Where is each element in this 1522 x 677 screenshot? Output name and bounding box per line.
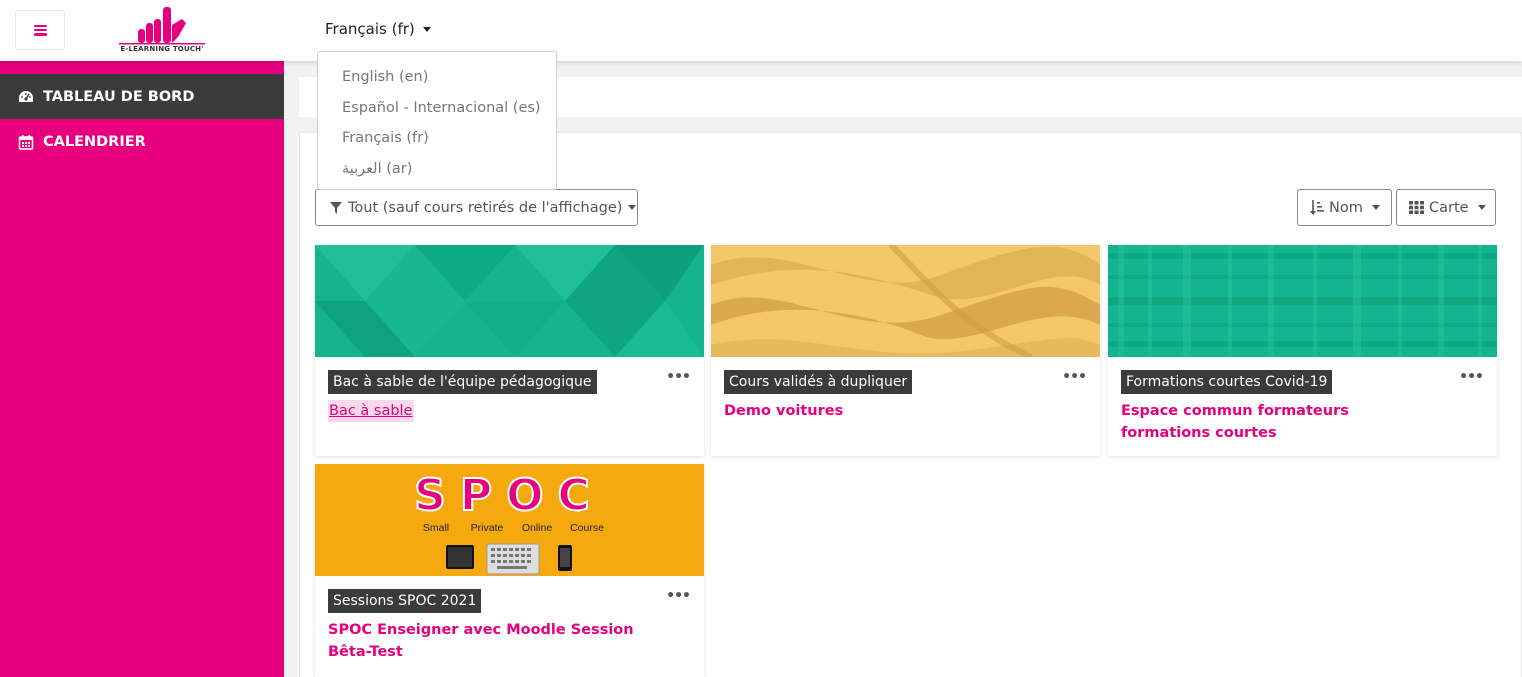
view-label: Carte <box>1429 199 1469 216</box>
course-category: Cours validés à dupliquer <box>724 370 913 394</box>
sidebar-item-label: CALENDRIER <box>43 133 146 150</box>
course-name-link[interactable]: Bac à sable <box>328 400 414 422</box>
course-image <box>711 245 1100 357</box>
sidebar-item-label: TABLEAU DE BORD <box>43 88 195 105</box>
sort-dropdown-button[interactable]: Nom <box>1297 189 1392 226</box>
course-image <box>1108 245 1497 357</box>
top-navbar: E-LEARNING TOUCH' Français (fr) <box>0 0 1522 61</box>
course-card[interactable]: SPOC Small Private Online Course Session… <box>315 464 704 677</box>
sort-icon <box>1310 199 1324 215</box>
sidebar-item-calendar[interactable]: CALENDRIER <box>0 119 284 164</box>
sort-label: Nom <box>1329 199 1363 216</box>
card-body: Bac à sable de l'équipe pédagogique ••• … <box>315 357 704 434</box>
more-options-icon[interactable]: ••• <box>666 369 691 385</box>
caret-down-icon <box>628 205 637 210</box>
filter-icon <box>330 201 342 214</box>
course-card[interactable]: Cours validés à dupliquer ••• Demo voitu… <box>711 245 1100 456</box>
calendar-icon <box>18 134 34 150</box>
language-selector[interactable]: Français (fr) <box>325 20 431 38</box>
spoc-word: Small <box>423 522 449 534</box>
spoc-word: Course <box>570 522 604 534</box>
course-name-link[interactable]: Espace commun formateurs formations cour… <box>1121 400 1441 444</box>
course-name-link[interactable]: Demo voitures <box>724 400 1087 422</box>
logo-text: E-LEARNING TOUCH' <box>120 45 204 53</box>
more-options-icon[interactable]: ••• <box>1459 369 1484 385</box>
course-name-link[interactable]: SPOC Enseigner avec Moodle Session Bêta-… <box>328 619 648 663</box>
card-body: Sessions SPOC 2021 ••• SPOC Enseigner av… <box>315 576 704 675</box>
language-option-es[interactable]: Español - Internacional (es) <box>318 93 556 124</box>
phone-icon <box>558 545 572 571</box>
caret-down-icon <box>1477 205 1486 210</box>
course-category: Formations courtes Covid-19 <box>1121 370 1333 394</box>
course-image <box>315 245 704 357</box>
language-current-label: Français (fr) <box>325 20 415 38</box>
grid-icon <box>1409 201 1424 214</box>
keyboard-icon <box>486 543 540 575</box>
language-option-fr[interactable]: Français (fr) <box>318 123 556 154</box>
more-options-icon[interactable]: ••• <box>666 588 691 604</box>
language-option-en[interactable]: English (en) <box>318 62 556 93</box>
course-image: SPOC Small Private Online Course <box>315 464 704 576</box>
more-options-icon[interactable]: ••• <box>1062 369 1087 385</box>
menu-toggle-button[interactable] <box>15 10 65 50</box>
language-dropdown-menu: English (en) Español - Internacional (es… <box>317 51 557 190</box>
filter-dropdown-button[interactable]: Tout (sauf cours retirés de l'affichage) <box>315 189 638 226</box>
filter-label: Tout (sauf cours retirés de l'affichage) <box>348 199 623 216</box>
spoc-word: Private <box>471 522 504 534</box>
site-logo[interactable]: E-LEARNING TOUCH' <box>116 5 208 57</box>
course-card[interactable]: Bac à sable de l'équipe pédagogique ••• … <box>315 245 704 456</box>
sidebar: TABLEAU DE BORD CALENDRIER <box>0 61 284 677</box>
hamburger-icon <box>33 24 47 36</box>
spoc-title: SPOC <box>414 470 604 521</box>
dashboard-icon <box>19 90 33 102</box>
card-body: Formations courtes Covid-19 ••• Espace c… <box>1108 357 1497 456</box>
caret-down-icon <box>1371 205 1380 210</box>
spoc-word: Online <box>522 522 553 534</box>
sidebar-item-dashboard[interactable]: TABLEAU DE BORD <box>0 74 284 119</box>
card-body: Cours validés à dupliquer ••• Demo voitu… <box>711 357 1100 434</box>
language-option-ar[interactable]: العربية (ar) <box>318 154 556 185</box>
course-card[interactable]: Formations courtes Covid-19 ••• Espace c… <box>1108 245 1497 456</box>
logo-hand-icon <box>119 7 205 45</box>
view-dropdown-button[interactable]: Carte <box>1396 189 1496 226</box>
tablet-icon <box>446 545 474 569</box>
course-category: Sessions SPOC 2021 <box>328 589 482 613</box>
course-category: Bac à sable de l'équipe pédagogique <box>328 370 597 394</box>
caret-down-icon <box>422 26 431 32</box>
